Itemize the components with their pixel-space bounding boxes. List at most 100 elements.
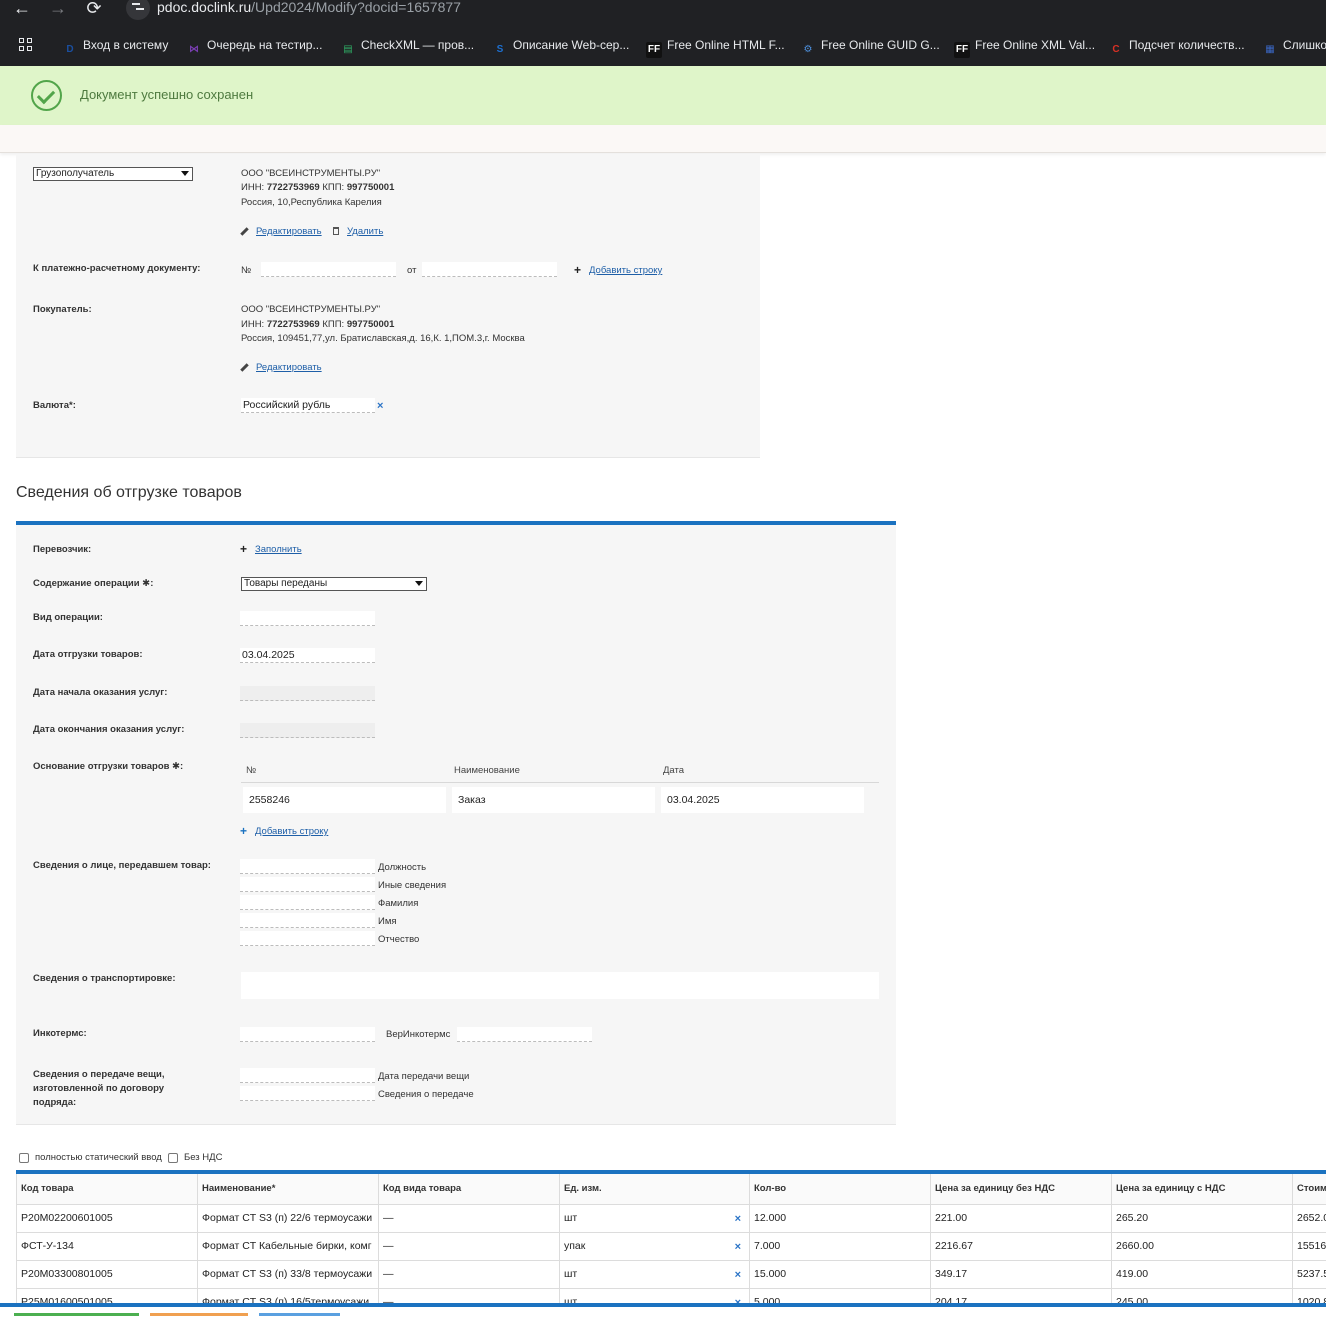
clear-icon[interactable]: × (377, 401, 383, 412)
basis-date-input[interactable]: 03.04.2025 (661, 787, 864, 813)
contract-transfer-date-input[interactable] (240, 1068, 375, 1083)
consignee-delete-link[interactable]: Удалить (347, 226, 383, 237)
incoterms-version-input[interactable] (457, 1027, 592, 1042)
apps-grid-icon[interactable] (19, 38, 33, 52)
no-vat-checkbox[interactable] (168, 1153, 178, 1163)
cell-name[interactable]: Формат CT S3 (п) 22/6 термоусажи (197, 1203, 379, 1233)
cell-name[interactable]: Формат CT S3 (п) 33/8 термоусажи (197, 1259, 379, 1289)
cell-kind[interactable]: — (378, 1231, 560, 1261)
contract-transfer-info-input[interactable] (240, 1086, 375, 1101)
bookmark-item[interactable]: S Описание Web-сер... (492, 35, 630, 55)
col-header-price[interactable]: Цена за единицу без НДС (930, 1170, 1112, 1205)
col-header-price-vat[interactable]: Цена за единицу с НДС (1111, 1170, 1293, 1205)
check-circle-icon (31, 80, 62, 111)
buyer-edit-link[interactable]: Редактировать (256, 362, 322, 373)
basis-add-row-link[interactable]: Добавить строку (255, 826, 328, 837)
forward-icon[interactable]: → (48, 0, 68, 19)
cell-name[interactable]: Формат CT Кабельные бирки, комг (197, 1231, 379, 1261)
cell-value: 349.17 (935, 1268, 968, 1280)
static-input-checkbox[interactable] (19, 1153, 29, 1163)
transport-input[interactable] (241, 972, 879, 999)
payment-doc-number-input[interactable] (261, 262, 396, 277)
incoterms-input[interactable] (240, 1027, 375, 1042)
bookmark-label: Free Online XML Val... (975, 38, 1096, 52)
basis-number-input[interactable]: 2558246 (243, 787, 446, 813)
payment-doc-number-label: № (241, 265, 252, 276)
consignee-edit-link[interactable]: Редактировать (256, 226, 322, 237)
cell-cost[interactable]: 15516 (1292, 1231, 1326, 1261)
transferor-position-input[interactable] (240, 859, 375, 874)
clear-icon[interactable]: × (735, 1269, 741, 1281)
address-bar[interactable]: pdoc.doclink.ru/Upd2024/Modify?docid=165… (157, 0, 461, 17)
bookmark-item[interactable]: D Вход в систему (62, 35, 168, 55)
cell-cost[interactable]: 5237.5 (1292, 1259, 1326, 1289)
bottom-strip (0, 1307, 1326, 1317)
operation-type-input[interactable] (240, 611, 375, 626)
col-header-unit[interactable]: Ед. изм. (559, 1170, 750, 1205)
cell-unit[interactable]: шт × (559, 1203, 750, 1233)
cell-unit[interactable]: шт × (559, 1259, 750, 1289)
bookmark-item[interactable]: FF Free Online XML Val... (954, 35, 1096, 58)
site-info-icon[interactable] (126, 0, 150, 20)
cell-value: 15516 (1297, 1240, 1326, 1252)
address-row: ← → ⟳ pdoc.doclink.ru/Upd2024/Modify?doc… (0, 0, 1326, 22)
back-icon[interactable]: ← (12, 0, 32, 19)
cell-value: упак (564, 1240, 586, 1252)
bookmark-item[interactable]: ▦ Слишко (1262, 35, 1326, 55)
bookmarks-bar: D Вход в систему ⋈ Очередь на тестир... ▤ Che… (0, 33, 1326, 58)
transferor-patronymic-input[interactable] (240, 931, 375, 946)
party-role-select[interactable]: Грузополучатель (33, 167, 193, 181)
col-header-code[interactable]: Код товара (16, 1170, 198, 1205)
service-end-input (240, 723, 375, 738)
col-header-kind[interactable]: Код вида товара (378, 1170, 560, 1205)
cell-value: — (383, 1240, 394, 1252)
clear-icon[interactable]: × (735, 1213, 741, 1225)
cell-code[interactable]: P20M03300801005 (16, 1259, 198, 1289)
cell-kind[interactable]: — (378, 1203, 560, 1233)
cell-qty[interactable]: 12.000 (749, 1203, 931, 1233)
col-header-cost[interactable]: Стоим (1292, 1170, 1326, 1205)
payment-doc-date-input[interactable] (422, 262, 557, 277)
reload-icon[interactable]: ⟳ (84, 0, 104, 19)
cell-price[interactable]: 349.17 (930, 1259, 1112, 1289)
cell-qty[interactable]: 15.000 (749, 1259, 931, 1289)
operation-content-select[interactable]: Товары переданы (241, 577, 427, 591)
cell-kind[interactable]: — (378, 1259, 560, 1289)
chevron-down-icon (181, 171, 189, 176)
cell-price-vat[interactable]: 419.00 (1111, 1259, 1293, 1289)
basis-name-input[interactable]: Заказ (452, 787, 655, 813)
payment-doc-add-row-link[interactable]: Добавить строку (589, 265, 662, 276)
cell-value: 5237.5 (1297, 1268, 1326, 1280)
currency-input[interactable]: Российский рубль (241, 398, 375, 413)
bookmark-item[interactable]: ▤ CheckXML — пров... (340, 35, 474, 55)
ship-date-input[interactable]: 03.04.2025 (240, 648, 375, 663)
cell-code[interactable]: P20M02200601005 (16, 1203, 198, 1233)
transferor-label: Сведения о лице, передавшем товар: (33, 860, 211, 871)
cell-price-vat[interactable]: 2660.00 (1111, 1231, 1293, 1261)
basis-header-date: Дата (663, 765, 685, 776)
operation-type-label: Вид операции: (33, 612, 103, 623)
bookmark-item[interactable]: ⚙ Free Online GUID G... (800, 35, 940, 55)
shipment-basis-label: Основание отгрузки товаров ✱: (33, 761, 184, 772)
cell-price-vat[interactable]: 265.20 (1111, 1203, 1293, 1233)
goods-table: Код товара Наименование* Код вида товара… (16, 1170, 1326, 1305)
carrier-fill-link[interactable]: Заполнить (255, 544, 302, 555)
cell-price[interactable]: 2216.67 (930, 1231, 1112, 1261)
col-header-qty[interactable]: Кол-во (749, 1170, 931, 1205)
cell-price[interactable]: 221.00 (930, 1203, 1112, 1233)
cell-unit[interactable]: упак × (559, 1231, 750, 1261)
clear-icon[interactable]: × (735, 1241, 741, 1253)
bookmark-item[interactable]: ⋈ Очередь на тестир... (186, 35, 322, 55)
transferor-surname-input[interactable] (240, 895, 375, 910)
service-start-label: Дата начала оказания услуг: (33, 687, 168, 698)
col-header-name[interactable]: Наименование* (197, 1170, 379, 1205)
cell-value: Формат CT S3 (п) 33/8 термоусажи (202, 1268, 373, 1280)
cell-code[interactable]: ФСТ-У-134 (16, 1231, 198, 1261)
bookmark-item[interactable]: FF Free Online HTML F... (646, 35, 785, 58)
cell-cost[interactable]: 2652.0 (1292, 1203, 1326, 1233)
transferor-position-label: Должность (378, 862, 427, 873)
bookmark-item[interactable]: C Подсчет количеств... (1108, 35, 1244, 55)
transferor-firstname-input[interactable] (240, 913, 375, 928)
cell-qty[interactable]: 7.000 (749, 1231, 931, 1261)
transferor-other-input[interactable] (240, 877, 375, 892)
